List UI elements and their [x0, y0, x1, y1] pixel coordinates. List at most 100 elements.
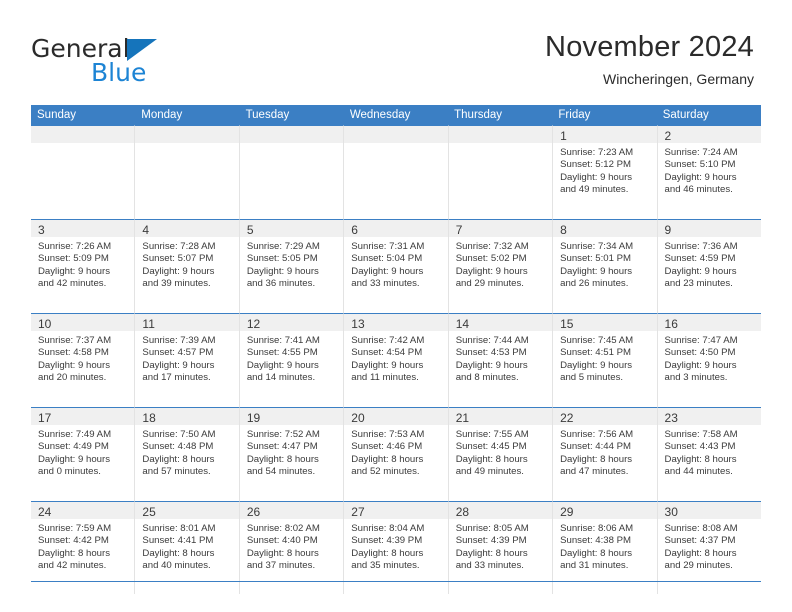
day-details: Sunrise: 7:32 AM Sunset: 5:02 PM Daylight:… — [449, 237, 552, 291]
day-detail-line: and 29 minutes. — [455, 278, 524, 290]
calendar-day-cell[interactable]: 3 Sunrise: 7:26 AM Sunset: 5:09 PM Daylight… — [31, 219, 136, 313]
day-detail-line: Sunrise: 7:32 AM — [455, 241, 529, 252]
day-detail-line: and 36 minutes. — [246, 278, 316, 290]
day-details: Sunrise: 7:24 AM Sunset: 5:10 PM Daylight:… — [658, 143, 761, 197]
day-detail-line: and 47 minutes. — [560, 466, 629, 478]
day-detail-line: Daylight: 9 hours — [38, 265, 110, 277]
weekday-header-thursday: Thursday — [454, 109, 503, 121]
day-number-bar: 27 — [344, 502, 448, 519]
day-detail-line: Sunrise: 7:23 AM — [560, 147, 634, 158]
calendar-day-cell[interactable]: 16 Sunrise: 7:47 AM Sunset: 4:50 PM Dayligh… — [657, 313, 761, 407]
calendar-day-cell[interactable]: 14 Sunrise: 7:44 AM Sunset: 4:53 PM Dayligh… — [448, 313, 554, 407]
calendar-day-cell[interactable]: 21 Sunrise: 7:55 AM Sunset: 4:45 PM Dayligh… — [448, 407, 554, 501]
calendar-day-cell[interactable]: 10 Sunrise: 7:37 AM Sunset: 4:58 PM Dayligh… — [31, 313, 136, 407]
day-detail-line: Sunrise: 7:53 AM — [351, 429, 425, 440]
day-detail-line: Sunrise: 7:45 AM — [560, 335, 634, 346]
calendar-day-cell[interactable]: 8 Sunrise: 7:34 AM Sunset: 5:01 PM Daylight… — [553, 219, 658, 313]
day-detail-line: Sunset: 4:37 PM — [664, 535, 736, 547]
day-detail-line: and 23 minutes. — [664, 278, 733, 290]
day-detail-line: Sunset: 4:39 PM — [351, 535, 423, 547]
day-number-bar: 28 — [448, 502, 553, 519]
day-number-bar: 14 — [448, 314, 553, 331]
day-number-bar: 10 — [31, 314, 135, 331]
calendar-week-row: 10 Sunrise: 7:37 AM Sunset: 4:58 PM Dayligh… — [31, 313, 761, 407]
calendar-day-cell[interactable]: 6 Sunrise: 7:31 AM Sunset: 5:04 PM Daylight… — [344, 219, 449, 313]
calendar-day-cell[interactable]: 18 Sunrise: 7:50 AM Sunset: 4:48 PM Dayligh… — [135, 407, 240, 501]
weekday-header-row: Sunday Monday Tuesday Wednesday Thursday Frid… — [31, 105, 761, 125]
day-detail-line: Sunrise: 8:08 AM — [664, 523, 738, 534]
day-detail-line: Sunset: 5:01 PM — [560, 253, 632, 265]
day-detail-line: Daylight: 8 hours — [664, 453, 737, 465]
calendar-day-cell[interactable]: 15 Sunrise: 7:45 AM Sunset: 4:51 PM Dayligh… — [553, 313, 658, 407]
day-number-bar — [31, 126, 135, 143]
day-detail-line: and 11 minutes. — [351, 372, 419, 384]
day-detail-line: Sunrise: 7:47 AM — [664, 335, 738, 346]
day-detail-line: Sunset: 4:41 PM — [142, 535, 214, 547]
day-detail-line: Sunrise: 7:56 AM — [560, 429, 634, 440]
calendar-day-cell[interactable]: 19 Sunrise: 7:52 AM Sunset: 4:47 PM Dayligh… — [239, 407, 345, 501]
day-number-bar: 23 — [657, 408, 761, 425]
calendar-week-row: 3 Sunrise: 7:26 AM Sunset: 5:09 PM Daylight… — [31, 219, 761, 313]
day-detail-line: Sunset: 5:10 PM — [664, 159, 736, 171]
day-details: Sunrise: 7:29 AM Sunset: 5:05 PM Daylight:… — [240, 237, 343, 291]
day-number: 15 — [560, 317, 574, 331]
calendar-empty-cell — [31, 125, 136, 219]
calendar-day-cell[interactable]: 20 Sunrise: 7:53 AM Sunset: 4:46 PM Dayligh… — [344, 407, 449, 501]
day-detail-line: Sunrise: 7:28 AM — [142, 241, 216, 252]
day-number: 13 — [351, 317, 365, 331]
day-detail-line: Sunset: 4:58 PM — [38, 347, 109, 359]
day-detail-line: Daylight: 8 hours — [560, 453, 633, 465]
day-detail-line: and 5 minutes. — [560, 372, 624, 384]
calendar-day-cell[interactable]: 1 Sunrise: 7:23 AM Sunset: 5:12 PM Daylight… — [553, 125, 658, 219]
day-detail-line: Sunset: 4:55 PM — [246, 347, 318, 359]
day-number: 22 — [560, 411, 574, 425]
day-number: 24 — [38, 505, 52, 519]
day-detail-line: Sunrise: 7:50 AM — [142, 429, 216, 440]
day-detail-line: and 49 minutes. — [560, 184, 629, 196]
day-detail-line: Sunset: 4:42 PM — [38, 535, 109, 547]
day-detail-line: Sunrise: 7:31 AM — [351, 241, 425, 252]
day-detail-line: Sunrise: 8:01 AM — [142, 523, 216, 534]
day-detail-line: and 37 minutes. — [246, 560, 316, 572]
calendar-day-cell[interactable]: 23 Sunrise: 7:58 AM Sunset: 4:43 PM Dayligh… — [657, 407, 761, 501]
day-number-bar: 13 — [344, 314, 448, 331]
day-detail-line: Sunrise: 7:52 AM — [246, 429, 320, 440]
day-number-bar: 30 — [657, 502, 761, 519]
day-details — [449, 143, 552, 147]
day-number: 19 — [246, 411, 261, 425]
calendar-day-cell[interactable]: 12 Sunrise: 7:41 AM Sunset: 4:55 PM Dayligh… — [239, 313, 345, 407]
day-detail-line: and 26 minutes. — [560, 278, 629, 290]
calendar-day-cell[interactable]: 4 Sunrise: 7:28 AM Sunset: 5:07 PM Daylight… — [135, 219, 240, 313]
calendar-day-cell[interactable]: 2 Sunrise: 7:24 AM Sunset: 5:10 PM Daylight… — [657, 125, 761, 219]
day-detail-line: Sunrise: 7:34 AM — [560, 241, 634, 252]
day-detail-line: Daylight: 8 hours — [246, 453, 319, 465]
day-detail-line: Daylight: 9 hours — [38, 359, 110, 371]
day-number-bar: 4 — [135, 220, 239, 237]
day-number-bar: 26 — [239, 502, 344, 519]
calendar-day-cell[interactable]: 22 Sunrise: 7:56 AM Sunset: 4:44 PM Dayligh… — [553, 407, 658, 501]
calendar-bottom-rule — [31, 581, 761, 582]
calendar-day-cell[interactable]: 7 Sunrise: 7:32 AM Sunset: 5:02 PM Daylight… — [448, 219, 554, 313]
weekday-header-saturday: Saturday — [662, 109, 709, 121]
calendar-day-cell[interactable]: 9 Sunrise: 7:36 AM Sunset: 4:59 PM Daylight… — [657, 219, 761, 313]
day-number-bar: 16 — [657, 314, 761, 331]
day-detail-line: Sunrise: 7:26 AM — [38, 241, 112, 252]
brand-logo[interactable]: General Blue — [31, 36, 251, 86]
calendar-empty-cell — [135, 125, 240, 219]
day-detail-line: Daylight: 9 hours — [246, 265, 319, 277]
day-number: 4 — [142, 223, 150, 237]
day-number-bar: 5 — [239, 220, 344, 237]
calendar-day-cell[interactable]: 5 Sunrise: 7:29 AM Sunset: 5:05 PM Daylight… — [239, 219, 345, 313]
day-details: Sunrise: 7:45 AM Sunset: 4:51 PM Daylight:… — [553, 331, 656, 385]
calendar-day-cell[interactable]: 17 Sunrise: 7:49 AM Sunset: 4:49 PM Dayligh… — [31, 407, 136, 501]
day-details — [135, 143, 238, 147]
day-number-bar: 19 — [239, 408, 344, 425]
day-number: 8 — [560, 223, 567, 237]
calendar-day-cell[interactable]: 11 Sunrise: 7:39 AM Sunset: 4:57 PM Dayligh… — [135, 313, 240, 407]
day-details: Sunrise: 7:39 AM Sunset: 4:57 PM Daylight:… — [135, 331, 238, 385]
calendar-day-cell[interactable]: 13 Sunrise: 7:42 AM Sunset: 4:54 PM Dayligh… — [344, 313, 449, 407]
day-detail-line: and 0 minutes. — [38, 466, 101, 478]
day-detail-line: Daylight: 9 hours — [560, 265, 633, 277]
day-detail-line: and 42 minutes. — [38, 560, 107, 572]
day-detail-line: and 3 minutes. — [664, 372, 728, 384]
